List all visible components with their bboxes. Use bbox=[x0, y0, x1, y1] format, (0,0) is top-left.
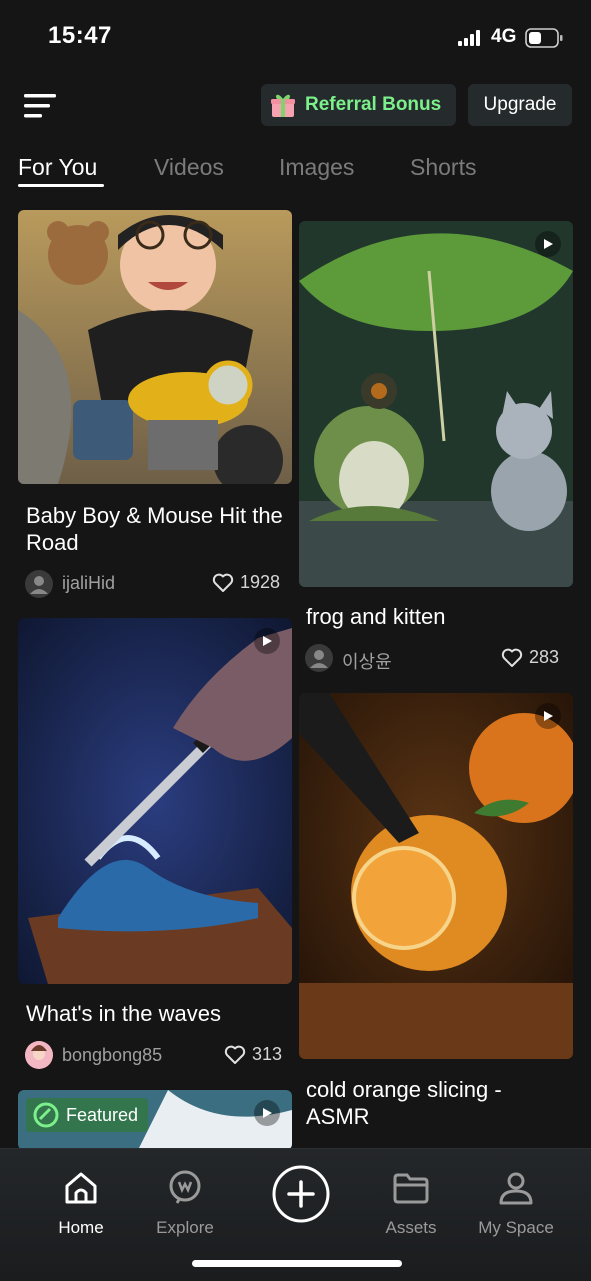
referral-bonus-button[interactable]: Referral Bonus bbox=[261, 84, 456, 126]
video-indicator bbox=[254, 1100, 280, 1126]
knife-wave-image bbox=[18, 618, 292, 984]
nav-assets[interactable]: Assets bbox=[356, 1169, 466, 1238]
nav-my-space[interactable]: My Space bbox=[461, 1169, 571, 1238]
nav-my-space-label: My Space bbox=[478, 1218, 554, 1237]
heart-icon bbox=[501, 648, 523, 667]
author-name[interactable]: 이상윤 bbox=[342, 648, 392, 674]
like-count: 1928 bbox=[240, 572, 281, 592]
heart-icon bbox=[224, 1045, 246, 1064]
video-indicator bbox=[535, 703, 561, 729]
referral-bonus-label: Referral Bonus bbox=[305, 94, 442, 115]
status-time: 15:47 bbox=[48, 22, 112, 49]
nav-home-label: Home bbox=[58, 1218, 104, 1237]
tab-shorts[interactable]: Shorts bbox=[410, 154, 476, 181]
gift-icon bbox=[271, 94, 295, 117]
feed-card-thumbnail[interactable] bbox=[299, 693, 573, 1059]
explore-icon bbox=[169, 1170, 201, 1204]
feed-card-title[interactable]: What's in the waves bbox=[26, 1000, 286, 1027]
tab-videos[interactable]: Videos bbox=[154, 154, 224, 181]
like-button[interactable]: 283 bbox=[501, 647, 559, 668]
like-button[interactable]: 313 bbox=[224, 1044, 282, 1065]
featured-badge: Featured bbox=[26, 1098, 149, 1132]
avatar[interactable] bbox=[25, 570, 53, 598]
folder-icon bbox=[393, 1173, 429, 1204]
frog-kitten-image bbox=[299, 221, 573, 587]
menu-icon[interactable] bbox=[22, 92, 58, 120]
nav-assets-label: Assets bbox=[385, 1218, 437, 1237]
feed-card-thumbnail[interactable] bbox=[18, 618, 292, 984]
create-button[interactable] bbox=[246, 1165, 356, 1228]
user-photo-avatar bbox=[25, 1041, 53, 1069]
play-icon bbox=[544, 711, 553, 721]
like-count: 283 bbox=[529, 647, 560, 667]
nav-explore-label: Explore bbox=[156, 1218, 214, 1237]
nav-home[interactable]: Home bbox=[26, 1169, 136, 1238]
home-indicator bbox=[192, 1260, 402, 1267]
like-count: 313 bbox=[252, 1044, 283, 1064]
nav-explore[interactable]: Explore bbox=[130, 1169, 240, 1238]
upgrade-button[interactable]: Upgrade bbox=[468, 84, 572, 126]
heart-icon bbox=[212, 573, 234, 592]
feed-card-title[interactable]: frog and kitten bbox=[306, 603, 566, 630]
featured-logo-icon bbox=[33, 1102, 59, 1128]
tab-for-you[interactable]: For You bbox=[18, 154, 97, 181]
feed-card-title[interactable]: Baby Boy & Mouse Hit the Road bbox=[26, 502, 286, 556]
play-icon bbox=[263, 636, 272, 646]
default-avatar-icon bbox=[310, 650, 328, 668]
feed-card-thumbnail[interactable] bbox=[18, 210, 292, 484]
home-icon bbox=[65, 1172, 97, 1204]
battery-icon bbox=[525, 28, 563, 48]
signal-icon bbox=[458, 30, 480, 46]
play-icon bbox=[544, 239, 553, 249]
author-name[interactable]: ijaliHid bbox=[62, 573, 115, 594]
avatar[interactable] bbox=[25, 1041, 53, 1069]
orange-slicing-image bbox=[299, 693, 573, 1059]
default-avatar-icon bbox=[30, 576, 48, 594]
active-tab-indicator bbox=[18, 184, 104, 187]
like-button[interactable]: 1928 bbox=[212, 572, 280, 593]
baby-motorcycle-image bbox=[18, 210, 292, 484]
network-type: 4G bbox=[491, 26, 517, 47]
user-icon bbox=[499, 1172, 533, 1205]
feed-card-thumbnail[interactable] bbox=[299, 221, 573, 587]
create-plus-icon bbox=[272, 1165, 330, 1223]
play-icon bbox=[263, 1108, 272, 1118]
tab-images[interactable]: Images bbox=[279, 154, 354, 181]
author-name[interactable]: bongbong85 bbox=[62, 1045, 162, 1066]
feed-card-title[interactable]: cold orange slicing - ASMR bbox=[306, 1076, 566, 1130]
avatar[interactable] bbox=[305, 644, 333, 672]
featured-label: Featured bbox=[66, 1104, 139, 1125]
video-indicator bbox=[535, 231, 561, 257]
video-indicator bbox=[254, 628, 280, 654]
